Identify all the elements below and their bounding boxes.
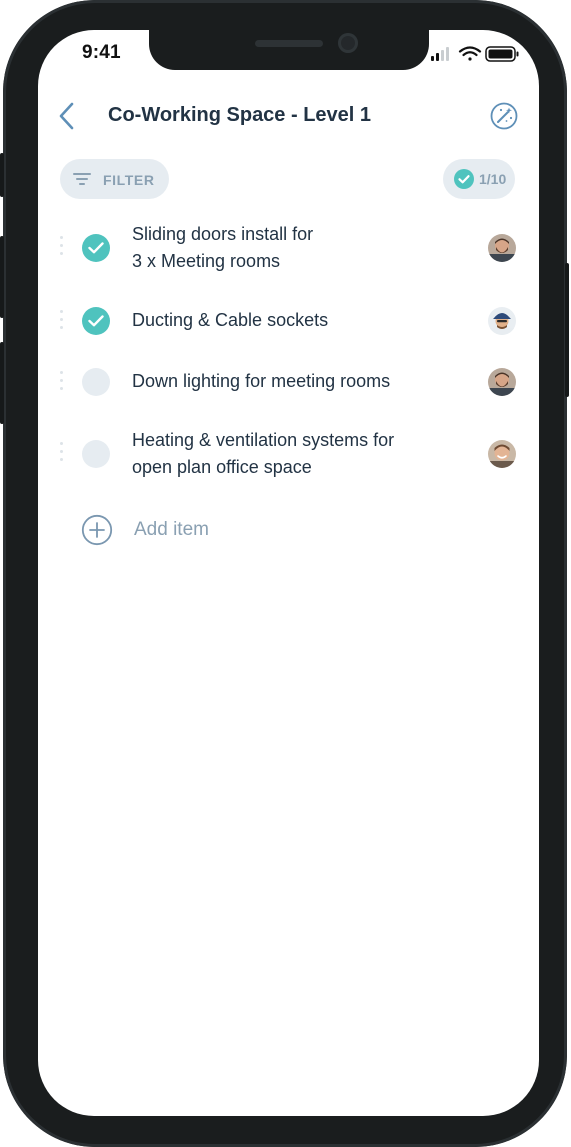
app-screen: 9:41 Co-Working Space - Level 1 FILTER 1… — [38, 30, 539, 1116]
chevron-left-icon[interactable] — [56, 100, 78, 132]
task-item: Ducting & Cable sockets — [38, 306, 539, 336]
drag-handle-icon[interactable] — [60, 442, 64, 466]
drag-handle-icon[interactable] — [60, 371, 64, 395]
power-button — [565, 263, 569, 397]
status-time: 9:41 — [82, 42, 121, 63]
cellular-signal-icon — [431, 47, 449, 61]
filter-label: FILTER — [103, 172, 155, 188]
avatar-bearded-man[interactable] — [488, 368, 516, 396]
magic-wand-icon[interactable] — [489, 101, 519, 131]
check-icon — [88, 315, 104, 327]
front-camera — [338, 33, 358, 53]
volume-down-button — [0, 342, 4, 424]
wifi-icon — [458, 46, 482, 61]
speaker-grille — [255, 40, 323, 47]
task-checkbox[interactable] — [82, 307, 110, 335]
status-icons — [431, 46, 519, 62]
plus-circle-icon — [81, 514, 113, 546]
page-title: Co-Working Space - Level 1 — [108, 104, 372, 126]
drag-handle-icon[interactable] — [60, 236, 64, 260]
task-title: Heating & ventilation systems for open p… — [132, 430, 395, 477]
task-checkbox[interactable] — [82, 234, 110, 262]
progress-count: 1/10 — [479, 171, 507, 187]
filter-lines-icon — [73, 173, 91, 185]
avatar-smiling-man[interactable] — [488, 440, 516, 468]
page-header: Co-Working Space - Level 1 — [38, 90, 539, 142]
progress-badge: 1/10 — [443, 159, 515, 199]
avatar-bearded-man[interactable] — [488, 234, 516, 262]
phone-frame: 9:41 Co-Working Space - Level 1 FILTER 1… — [0, 0, 569, 1147]
avatar-man-cap[interactable] — [488, 307, 516, 335]
task-title: Sliding doors install for 3 x Meeting ro… — [132, 224, 314, 271]
task-item: Down lighting for meeting rooms — [38, 367, 539, 397]
task-checkbox[interactable] — [82, 368, 110, 396]
check-circle-icon — [454, 169, 474, 189]
volume-up-button — [0, 236, 4, 318]
filter-button[interactable]: FILTER — [60, 159, 169, 199]
mute-switch — [0, 153, 4, 197]
notch — [149, 30, 429, 70]
task-item: Sliding doors install for 3 x Meeting ro… — [38, 220, 539, 280]
add-item-button[interactable]: Add item — [38, 513, 539, 547]
battery-icon — [485, 46, 519, 62]
task-item: Heating & ventilation systems for open p… — [38, 426, 539, 486]
task-title: Down lighting for meeting rooms — [132, 371, 391, 391]
drag-handle-icon[interactable] — [60, 310, 64, 334]
add-item-label: Add item — [134, 519, 209, 540]
check-icon — [88, 242, 104, 254]
task-title: Ducting & Cable sockets — [132, 310, 329, 330]
task-checkbox[interactable] — [82, 440, 110, 468]
